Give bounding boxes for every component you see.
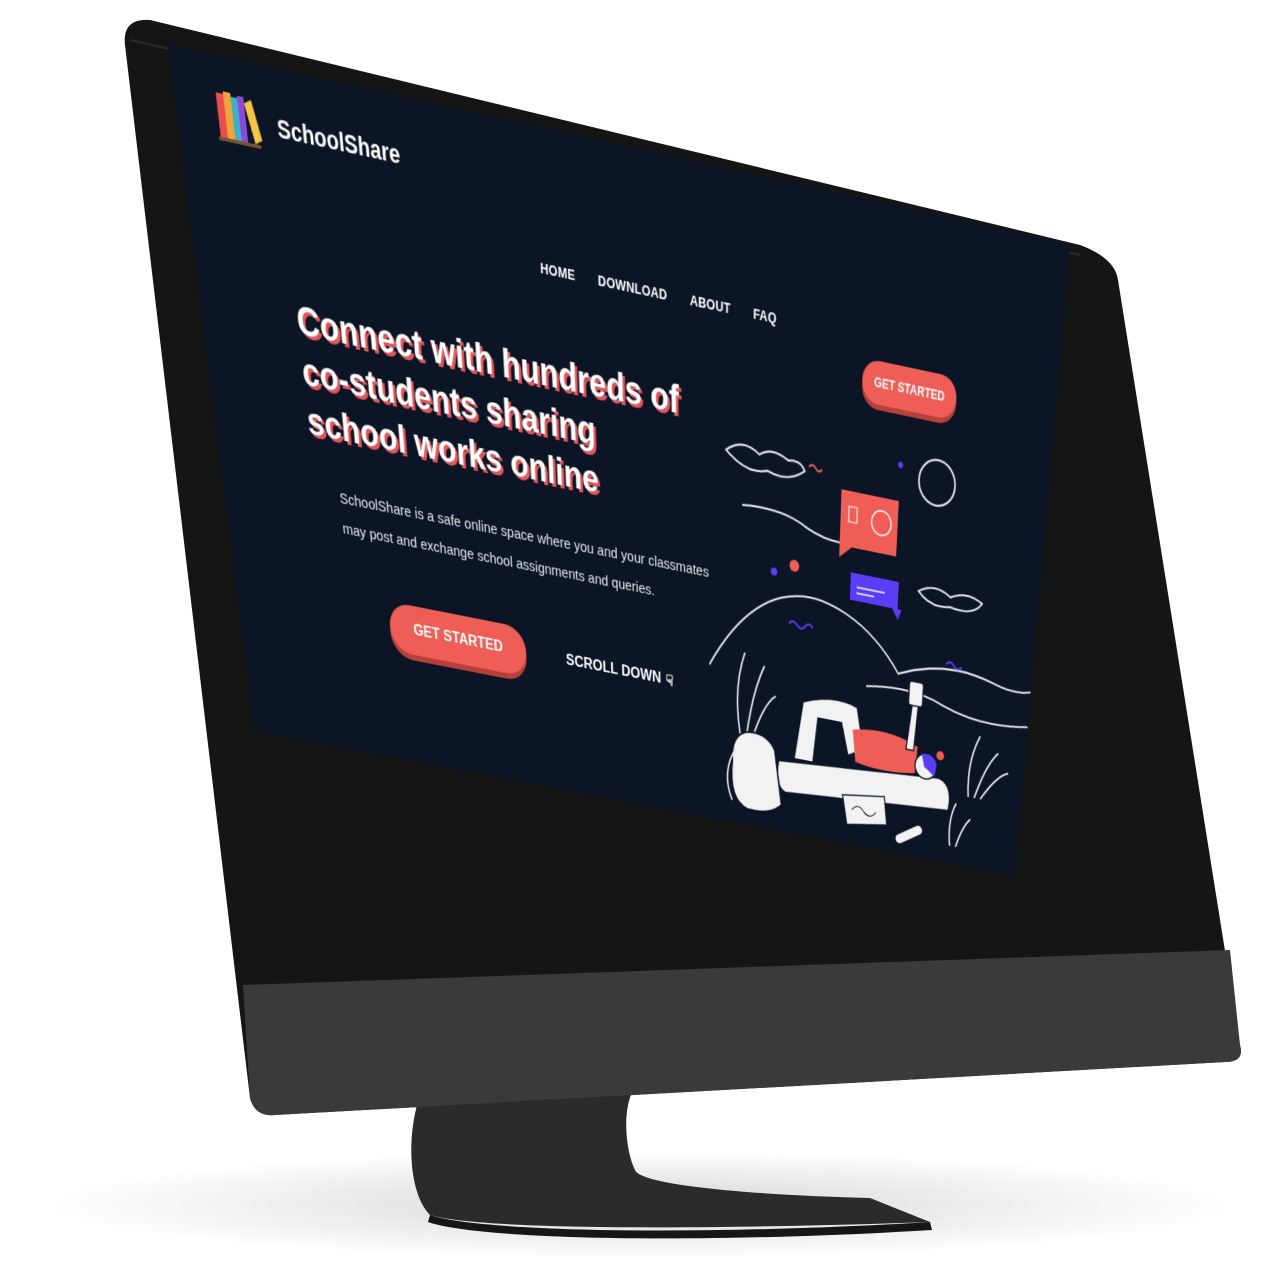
books-logo-icon — [215, 91, 263, 150]
nav-item-home[interactable]: HOME — [540, 259, 576, 284]
pointer-hand-icon: ☟ — [665, 672, 674, 690]
scroll-down-label: SCROLL DOWN — [565, 652, 662, 687]
nav-item-faq[interactable]: FAQ — [753, 305, 777, 327]
header-get-started-button[interactable]: GET STARTED — [861, 357, 958, 421]
main-nav: HOME DOWNLOAD ABOUT FAQ — [540, 259, 777, 327]
student-reading-illustration — [709, 393, 1050, 875]
hero-get-started-button[interactable]: GET STARTED — [387, 601, 528, 678]
scroll-down-link[interactable]: SCROLL DOWN ☟ — [566, 651, 674, 691]
brand-name[interactable]: SchoolShare — [276, 113, 402, 171]
product-mockup: SchoolShare HOME DOWNLOAD ABOUT FAQ GET … — [0, 0, 1280, 1280]
nav-item-about[interactable]: ABOUT — [690, 291, 731, 317]
nav-item-download[interactable]: DOWNLOAD — [598, 272, 668, 304]
